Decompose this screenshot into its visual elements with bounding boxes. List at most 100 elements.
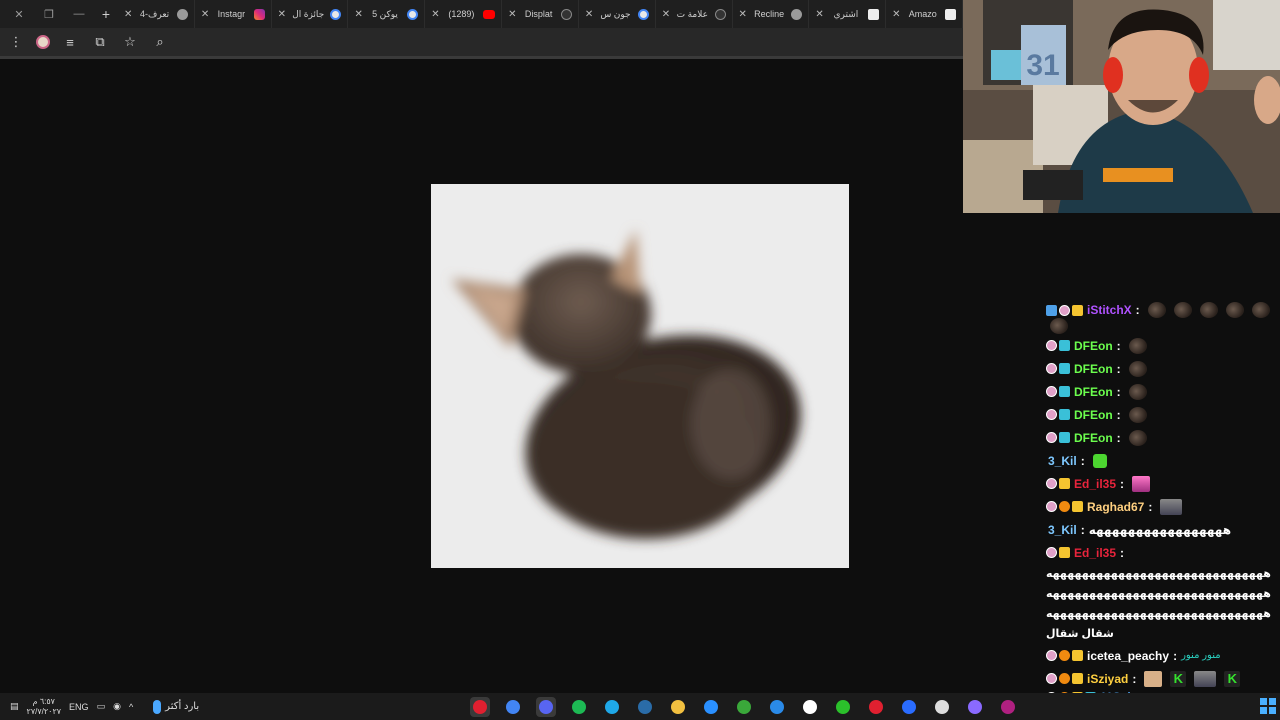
notification-icon[interactable]: ▤ — [10, 701, 19, 712]
chat-message: 3_Kil: هههههههههههههههههه — [1044, 518, 1280, 541]
store-icon[interactable] — [800, 697, 820, 717]
chat-username[interactable]: icetea_peachy — [1087, 649, 1169, 663]
menu-icon[interactable]: ⋮ — [6, 34, 26, 50]
chat-badge-icon — [1059, 432, 1070, 443]
browser-tab[interactable]: ✕ Instagr — [195, 0, 272, 28]
file-explorer-glyph — [671, 699, 685, 714]
bookmark-star-icon[interactable]: ☆ — [120, 34, 140, 50]
chat-username[interactable]: DFEon — [1074, 362, 1113, 376]
controller-app-icon[interactable] — [899, 697, 919, 717]
chat-emote-icon — [1160, 498, 1183, 515]
browser-tab[interactable]: ✕ جون س — [579, 0, 656, 28]
show-hidden-icons-button[interactable]: ^ — [129, 702, 133, 712]
browser-tab[interactable]: ✕ Recline — [733, 0, 810, 28]
chat-username[interactable]: DFEon — [1074, 408, 1113, 422]
tab-close-icon[interactable]: ✕ — [739, 9, 747, 20]
streamer-webcam: 31 — [963, 0, 1280, 213]
language-indicator[interactable]: ENG — [69, 702, 89, 712]
mail-icon[interactable] — [767, 697, 787, 717]
window-controls: ✕ ❐ — — [0, 8, 94, 21]
chat-badge-icon — [1072, 304, 1083, 316]
browser-tab[interactable]: ✕ علامة ت — [656, 0, 733, 28]
browser-tab[interactable]: ✕ Displat — [502, 0, 579, 28]
xbox-glyph — [836, 699, 850, 714]
new-tab-button[interactable]: + — [94, 6, 118, 22]
tab-close-icon[interactable]: ✕ — [431, 9, 439, 20]
tab-close-icon[interactable]: ✕ — [585, 9, 593, 20]
browser-tab[interactable]: ✕ تعرف-4 — [118, 0, 195, 28]
tab-close-icon[interactable]: ✕ — [508, 9, 516, 20]
tab-close-icon[interactable]: ✕ — [278, 9, 286, 20]
clock[interactable]: ٦:٥٧ م ٢٧/٧/٢٠٢٧ — [27, 697, 62, 717]
close-window-button[interactable]: ✕ — [4, 8, 34, 21]
tab-close-icon[interactable]: ✕ — [124, 9, 132, 20]
discord-icon[interactable] — [536, 696, 556, 717]
extensions-icon[interactable]: ⧉ — [90, 34, 110, 50]
chat-username[interactable]: Raghad67 — [1087, 500, 1144, 514]
chat-message: DFEon: — [1044, 357, 1280, 380]
tab-close-icon[interactable]: ✕ — [201, 9, 209, 20]
zoom-icon[interactable]: ⌕ — [150, 34, 170, 50]
tab-favicon-icon — [176, 8, 188, 20]
chat-emote-icon — [1147, 302, 1166, 318]
spotify-glyph — [572, 699, 586, 714]
chat-message: iSziyad: K K — [1044, 667, 1280, 690]
cat-image[interactable] — [431, 184, 849, 568]
edge-icon[interactable] — [602, 697, 622, 717]
chat-username[interactable]: 3_Kil — [1048, 523, 1077, 537]
clock-time: ٦:٥٧ م — [32, 696, 55, 706]
chat-username[interactable]: iSziyad — [1087, 672, 1128, 686]
restore-window-button[interactable]: ❐ — [34, 8, 64, 21]
browser-tab[interactable]: ✕ يوكن 5 — [348, 0, 426, 28]
spotify-icon[interactable] — [569, 697, 589, 717]
copilot-icon[interactable] — [965, 697, 985, 717]
chat-username[interactable]: Ed_il35 — [1074, 477, 1116, 491]
chrome-icon[interactable] — [503, 697, 523, 717]
chat-badge-icon — [1059, 478, 1070, 489]
chat-colon: : — [1173, 648, 1178, 663]
steam-icon[interactable] — [635, 697, 655, 717]
chat-username[interactable]: iStitchX — [1087, 303, 1132, 317]
chat-username[interactable]: 3_Kil — [1048, 454, 1077, 468]
winrar-icon[interactable] — [998, 697, 1018, 717]
chat-username[interactable]: DFEon — [1074, 385, 1113, 399]
security-icon[interactable]: ◉ — [113, 701, 121, 712]
chat-panel: iStitchX: DFEon: DFEon: DFEon: DFEon: DFEon:3… — [1044, 302, 1280, 693]
browser-tab[interactable]: ✕ Amazo — [886, 0, 963, 28]
chat-username[interactable]: DFEon — [1074, 339, 1113, 353]
display-icon[interactable]: ▭ — [97, 701, 106, 712]
opera-gx-icon[interactable] — [470, 696, 490, 717]
chat-badge-icon — [1072, 673, 1083, 684]
tab-title: Amazo — [908, 9, 937, 19]
chat-colon: : — [1120, 545, 1125, 560]
chat-emote-icon — [1128, 360, 1147, 377]
chat-username[interactable]: DFEon — [1074, 431, 1113, 445]
weather-widget[interactable]: بارد أكثر — [153, 699, 199, 714]
minimize-window-button[interactable]: — — [64, 8, 94, 20]
browser-tab[interactable]: ✕ (1289) — [425, 0, 503, 28]
tab-close-icon[interactable]: ✕ — [892, 9, 900, 20]
chat-colon: : — [1080, 522, 1085, 537]
browser-tab[interactable]: ✕ جائزة ال — [272, 0, 349, 28]
visual-studio-icon[interactable] — [701, 697, 721, 717]
minecraft-icon[interactable] — [734, 697, 754, 717]
chat-emote-icon — [1132, 475, 1151, 492]
start-button[interactable] — [1260, 698, 1276, 714]
browser-tab-strip: ✕ ❐ — + ✕ تعرف-4 ✕ Instagr ✕ جائزة ال ✕ … — [0, 0, 963, 28]
chat-badge-icon — [1059, 340, 1070, 351]
chat-username[interactable]: Ed_il35 — [1074, 546, 1116, 560]
browser-tab[interactable]: ✕ اشتري — [809, 0, 887, 28]
tab-close-icon[interactable]: ✕ — [815, 9, 823, 20]
tab-close-icon[interactable]: ✕ — [354, 9, 362, 20]
steam-glyph — [638, 699, 652, 714]
xbox-icon[interactable] — [833, 697, 853, 717]
chat-colon: : — [1148, 499, 1153, 514]
rockstar-icon[interactable] — [866, 697, 886, 717]
tab-close-icon[interactable]: ✕ — [662, 9, 670, 20]
chat-message: Ed_il35: — [1044, 472, 1280, 495]
file-explorer-icon[interactable] — [668, 697, 688, 717]
settings-icon[interactable] — [932, 697, 952, 717]
profile-avatar[interactable] — [36, 35, 50, 49]
chat-badge-icon — [1046, 340, 1057, 351]
reading-list-icon[interactable]: ≡ — [60, 35, 80, 50]
